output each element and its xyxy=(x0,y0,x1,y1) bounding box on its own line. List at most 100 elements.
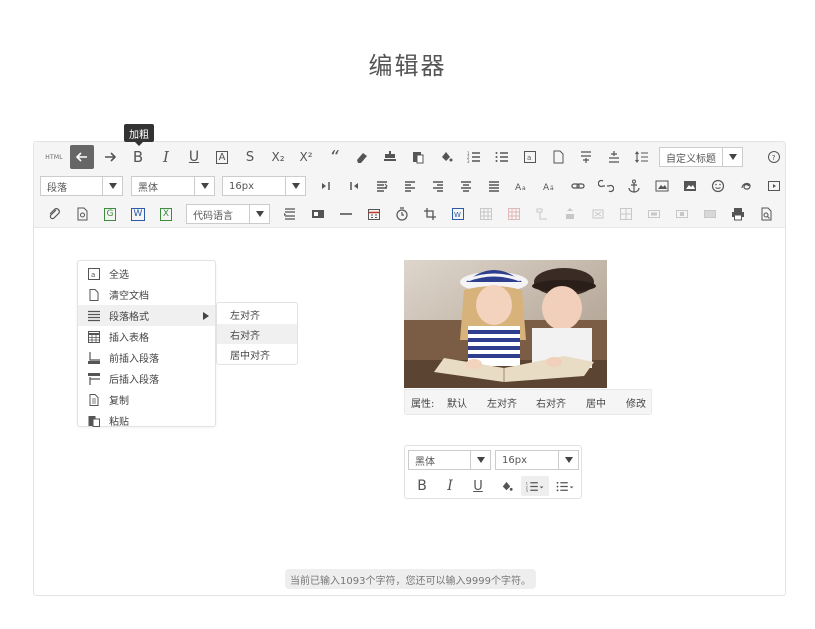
float-bold-icon[interactable]: B xyxy=(411,476,433,496)
superscript-icon[interactable]: X² xyxy=(294,145,318,169)
pdf-icon[interactable] xyxy=(70,202,94,226)
eraser-icon[interactable] xyxy=(350,145,374,169)
submenu-align-right[interactable]: 右对齐 xyxy=(217,324,297,344)
ctx-insert-table[interactable]: 插入表格 xyxy=(78,326,215,347)
float-size-select[interactable]: 16px xyxy=(495,450,579,470)
heading-select[interactable]: 自定义标题 xyxy=(659,147,743,167)
copy-icon xyxy=(82,389,106,410)
ordered-list-icon[interactable]: 123 xyxy=(462,145,486,169)
italic-icon[interactable]: I xyxy=(154,145,178,169)
align-left-icon[interactable] xyxy=(398,174,422,198)
row-spacing-top-icon[interactable] xyxy=(574,145,598,169)
image-attribute-bar: 属性: 默认 左对齐 右对齐 居中 修改 xyxy=(404,389,652,415)
image-align-left-option[interactable]: 左对齐 xyxy=(487,395,517,410)
multi-image-icon[interactable] xyxy=(678,174,702,198)
paragraph-select[interactable]: 段落 xyxy=(40,176,123,196)
background-color-icon[interactable] xyxy=(434,145,458,169)
rich-text-editor[interactable]: 加粗 HTML B I U A S X₂ X² “ 1 2 3 a 自定义标题 … xyxy=(33,124,786,596)
template-icon[interactable] xyxy=(306,202,330,226)
font-border-icon[interactable]: A xyxy=(210,145,234,169)
line-height-icon[interactable] xyxy=(630,145,654,169)
image-align-right-option[interactable]: 右对齐 xyxy=(536,395,566,410)
float-underline-icon[interactable]: U xyxy=(467,476,489,496)
format-match-icon[interactable] xyxy=(378,145,402,169)
float-background-color-icon[interactable] xyxy=(495,476,517,496)
merge-down-icon[interactable] xyxy=(670,202,694,226)
justify-icon[interactable] xyxy=(370,174,394,198)
image-center-option[interactable]: 居中 xyxy=(586,395,606,410)
row-spacing-bottom-icon[interactable] xyxy=(602,145,626,169)
attachment-icon[interactable] xyxy=(42,202,66,226)
date-icon[interactable] xyxy=(362,202,386,226)
submenu-align-center[interactable]: 居中对齐 xyxy=(217,344,297,364)
merge-cells-icon[interactable] xyxy=(614,202,638,226)
underline-icon[interactable]: U xyxy=(182,145,206,169)
font-scale-down-icon[interactable]: Aä xyxy=(538,174,562,198)
indent-left-icon[interactable] xyxy=(342,174,366,198)
ctx-copy[interactable]: 复制 xyxy=(78,389,215,410)
anchor-icon[interactable] xyxy=(622,174,646,198)
unlink-icon[interactable] xyxy=(594,174,618,198)
time-icon[interactable] xyxy=(390,202,414,226)
ctx-paste[interactable]: 粘贴 xyxy=(78,410,215,431)
content-image[interactable] xyxy=(404,260,607,388)
clear-doc-icon[interactable] xyxy=(546,145,570,169)
font-family-select[interactable]: 黑体 xyxy=(131,176,215,196)
float-font-select[interactable]: 黑体 xyxy=(408,450,491,470)
align-center-icon[interactable] xyxy=(454,174,478,198)
code-language-select[interactable]: 代码语言 xyxy=(186,204,270,224)
help-icon[interactable]: ? xyxy=(762,145,786,169)
merge-right-icon[interactable] xyxy=(642,202,666,226)
paste-plain-icon[interactable] xyxy=(406,145,430,169)
font-scale-up-icon[interactable]: Aa xyxy=(510,174,534,198)
character-count-status: 当前已输入1093个字符，您还可以输入9999个字符。 xyxy=(285,569,536,589)
word-image-icon[interactable]: W xyxy=(446,202,470,226)
horizontal-rule-icon[interactable] xyxy=(334,202,358,226)
excel-doc-icon[interactable]: X xyxy=(154,202,178,226)
strikethrough-icon[interactable]: S xyxy=(238,145,262,169)
insert-table-icon[interactable] xyxy=(474,202,498,226)
subscript-icon[interactable]: X₂ xyxy=(266,145,290,169)
insert-caption-icon[interactable] xyxy=(558,202,582,226)
crop-icon[interactable] xyxy=(418,202,442,226)
undo-icon[interactable] xyxy=(70,145,94,169)
delete-caption-icon[interactable] xyxy=(586,202,610,226)
video-icon[interactable] xyxy=(762,174,786,198)
unordered-list-icon[interactable] xyxy=(490,145,514,169)
html-icon[interactable]: HTML xyxy=(42,145,66,169)
image-icon[interactable] xyxy=(650,174,674,198)
font-size-select[interactable]: 16px xyxy=(222,176,306,196)
indent-right-icon[interactable] xyxy=(314,174,338,198)
redo-icon[interactable] xyxy=(98,145,122,169)
image-default-option[interactable]: 默认 xyxy=(447,395,467,410)
ctx-insert-paragraph-before[interactable]: 前插入段落 xyxy=(78,347,215,368)
link-icon[interactable] xyxy=(566,174,590,198)
ctx-select-all[interactable]: a 全选 xyxy=(78,263,215,284)
delete-table-icon[interactable] xyxy=(502,202,526,226)
print-icon[interactable] xyxy=(726,202,750,226)
blockquote-icon[interactable]: “ xyxy=(322,145,346,169)
word-doc-icon[interactable]: W xyxy=(126,202,150,226)
image-modify-option[interactable]: 修改 xyxy=(626,395,646,410)
ctx-paragraph-format[interactable]: 段落格式 xyxy=(78,305,215,326)
select-all-icon[interactable]: a xyxy=(518,145,542,169)
float-unordered-list-icon[interactable] xyxy=(551,476,579,496)
ctx-clear-document[interactable]: 清空文档 xyxy=(78,284,215,305)
toolbar-row-3: G W X 代码语言 W xyxy=(34,200,785,228)
float-italic-icon[interactable]: I xyxy=(439,476,461,496)
svg-text:ä: ä xyxy=(550,185,554,192)
align-justify-icon[interactable] xyxy=(482,174,506,198)
bold-icon[interactable]: B xyxy=(126,145,150,169)
submenu-align-left[interactable]: 左对齐 xyxy=(217,304,297,324)
google-doc-icon[interactable]: G xyxy=(98,202,122,226)
emoji-icon[interactable] xyxy=(706,174,730,198)
ctx-insert-paragraph-after[interactable]: 后插入段落 xyxy=(78,368,215,389)
split-cells-icon[interactable] xyxy=(698,202,722,226)
float-ordered-list-icon[interactable]: 123 xyxy=(521,476,549,496)
insert-paragraph-icon[interactable] xyxy=(530,202,554,226)
scrawl-icon[interactable] xyxy=(734,174,758,198)
page-break-icon[interactable] xyxy=(278,202,302,226)
align-right-icon[interactable] xyxy=(426,174,450,198)
preview-icon[interactable] xyxy=(754,202,778,226)
svg-text:a: a xyxy=(91,271,95,279)
